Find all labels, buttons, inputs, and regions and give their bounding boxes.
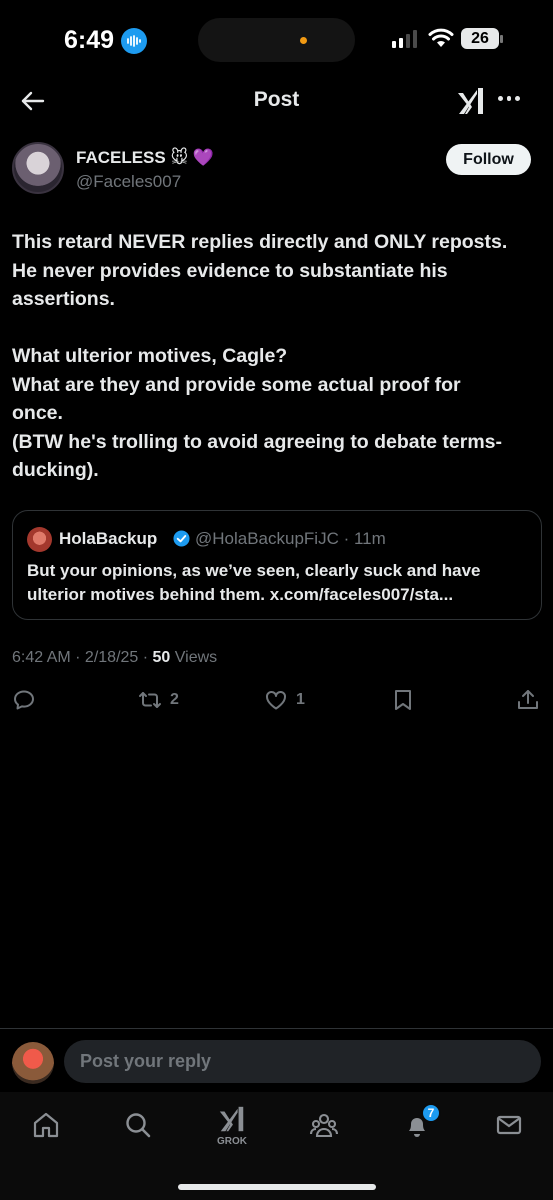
like-button[interactable]: 1 <box>264 688 305 712</box>
share-button[interactable] <box>516 688 540 712</box>
wifi-icon <box>428 28 454 47</box>
quoted-author-avatar <box>27 527 52 552</box>
grok-tab-label: GROK <box>217 1136 247 1147</box>
post-line: What ulterior motives, Cagle? <box>12 345 288 367</box>
clock: 6:49 <box>64 26 115 54</box>
post-line: He never provides evidence to substantia… <box>12 259 448 282</box>
post-paragraph: This retard NEVER replies directly and O… <box>12 228 542 314</box>
grok-tab-icon[interactable] <box>217 1104 247 1134</box>
battery-cap <box>500 35 503 43</box>
more-icon[interactable] <box>498 96 520 101</box>
bookmark-icon <box>395 690 411 710</box>
reply-icon <box>14 690 34 710</box>
privacy-indicator <box>300 37 307 44</box>
post-line: This retard NEVER replies directly and O… <box>12 231 508 253</box>
post-line: (BTW he's trolling to avoid agreeing to … <box>12 430 503 453</box>
views-label: Views <box>170 649 218 666</box>
share-icon <box>518 690 538 709</box>
action-bar: 2 1 <box>0 688 553 716</box>
post-line: What are they and provide some actual pr… <box>12 373 461 396</box>
quoted-line: ulterior motives behind them. x.com/face… <box>27 585 454 604</box>
quoted-post[interactable]: HolaBackup @HolaBackupFiJC · 11m But you… <box>12 510 542 620</box>
author-avatar[interactable] <box>12 142 64 194</box>
author-handle[interactable]: @Faceles007 <box>76 172 181 192</box>
notifications-badge: 7 <box>421 1103 441 1123</box>
search-icon[interactable] <box>123 1110 153 1140</box>
reply-button[interactable] <box>12 688 36 712</box>
like-count: 1 <box>296 691 305 708</box>
reply-input[interactable] <box>64 1040 541 1083</box>
grok-icon[interactable] <box>456 85 486 117</box>
post-meta: 6:42 AM · 2/18/25 · 50 Views <box>12 649 217 667</box>
quoted-author-name: HolaBackup <box>59 529 158 548</box>
repost-icon <box>139 692 161 708</box>
verified-icon <box>173 530 190 547</box>
home-indicator <box>178 1184 376 1190</box>
audio-indicator-icon <box>121 28 147 54</box>
views-count[interactable]: 50 <box>153 649 171 666</box>
communities-icon[interactable] <box>309 1110 339 1140</box>
status-bar: 6:49 26 <box>0 0 553 78</box>
like-icon <box>266 690 286 710</box>
post-timestamp: 6:42 AM · 2/18/25 · <box>12 649 153 666</box>
repost-button[interactable]: 2 <box>138 688 179 712</box>
quoted-post-text: But your opinions, as we’ve seen, clearl… <box>27 559 532 607</box>
cellular-signal-icon <box>392 30 417 48</box>
home-icon[interactable] <box>31 1110 61 1140</box>
post-line: once. <box>12 402 63 424</box>
post-header: Post <box>0 78 553 126</box>
dynamic-island <box>198 18 355 62</box>
repost-count: 2 <box>170 691 179 708</box>
post-text: This retard NEVER replies directly and O… <box>12 228 542 485</box>
follow-button[interactable]: Follow <box>446 144 531 175</box>
post-paragraph: What ulterior motives, Cagle? What are t… <box>12 342 542 485</box>
mail-icon[interactable] <box>494 1110 524 1140</box>
quoted-line: But your opinions, as we’ve seen, clearl… <box>27 561 481 580</box>
author-display-name[interactable]: FACELESS 🐭 💜 <box>76 148 214 168</box>
battery-level: 26 <box>461 28 499 49</box>
post-line: assertions. <box>12 288 115 310</box>
my-avatar[interactable] <box>12 1042 54 1084</box>
bookmark-button[interactable] <box>391 688 415 712</box>
divider <box>0 1028 553 1029</box>
post-line: ducking). <box>12 459 99 481</box>
quoted-author-handle: @HolaBackupFiJC · 11m <box>195 529 386 548</box>
